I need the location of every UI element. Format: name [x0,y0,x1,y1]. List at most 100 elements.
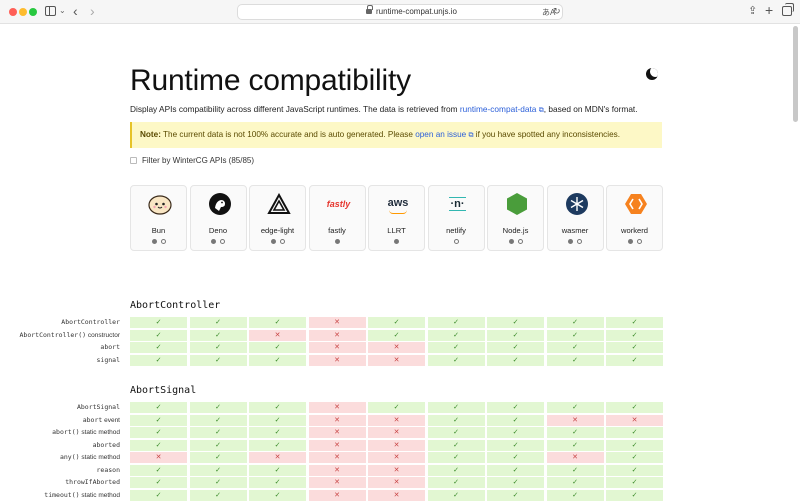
api-row-label[interactable]: aborted [93,441,120,449]
forward-arrow-icon[interactable]: › [90,3,95,19]
supported-check-icon: ✓ [606,329,663,341]
runtime-name: netlify [446,226,466,235]
runtime-card-fastly[interactable]: fastly fastly [308,185,366,251]
supported-check-icon: ✓ [189,402,247,413]
website-icon[interactable] [160,239,166,244]
aws-logo-icon: aws [386,192,410,216]
disclaimer-note: Note: The current data is not 100% accur… [130,122,662,148]
filter-checkbox[interactable] [130,157,137,164]
github-icon[interactable] [270,239,276,244]
close-window-icon[interactable] [9,8,17,16]
supported-check-icon: ✓ [606,354,663,366]
maximize-window-icon[interactable] [29,8,37,16]
unsupported-cross-icon: ✕ [368,452,425,463]
runtime-card-edge-light[interactable]: edge-light [249,185,306,251]
supported-check-icon: ✓ [130,317,187,328]
wintercg-filter[interactable]: Filter by WinterCG APIs (85/85) [130,156,254,165]
new-tab-icon[interactable]: + [765,2,773,18]
supported-check-icon: ✓ [427,452,485,463]
runtime-card-bun[interactable]: Bun [130,185,187,251]
runtime-card-deno[interactable]: Deno [189,185,247,251]
runtime-links [607,239,662,246]
supported-check-icon: ✓ [249,402,306,413]
url-text[interactable]: runtime-compat.unjs.io [376,7,457,16]
github-icon[interactable] [508,239,514,244]
runtime-card-nodejs[interactable]: Node.js [487,185,544,251]
note-suffix: if you have spotted any inconsistencies. [473,130,621,139]
dark-mode-moon-icon[interactable] [646,68,658,80]
browser-toolbar: ⌄ ‹ › runtime-compat.unjs.io あA ↻ ⇪ + [0,0,800,24]
github-icon[interactable] [211,239,216,244]
unsupported-cross-icon: ✕ [368,464,425,476]
github-icon[interactable] [627,239,633,244]
runtime-name: edge-light [260,226,295,235]
runtime-links [131,239,186,246]
bun-logo-icon [148,192,172,216]
api-row-label[interactable]: reason [97,466,120,474]
page-title: Runtime compatibility [130,64,411,97]
website-icon[interactable] [453,239,459,244]
supported-check-icon: ✓ [189,317,247,328]
sidebar-toggle-icon[interactable] [45,6,56,16]
api-name: AbortController [61,318,120,326]
unsupported-cross-icon: ✕ [368,439,425,451]
github-icon[interactable] [568,239,573,244]
page-scrollbar[interactable] [793,26,798,122]
api-row-label[interactable]: abort event [83,416,120,424]
runtime-card-llrt[interactable]: aws LLRT [368,185,425,251]
supported-check-icon: ✓ [427,439,485,451]
api-row-label[interactable]: signal [97,356,120,364]
supported-check-icon: ✓ [546,354,604,366]
supported-check-icon: ✓ [606,402,663,413]
runtime-card-netlify[interactable]: ·n· netlify [427,185,485,251]
supported-check-icon: ✓ [487,414,544,426]
supported-check-icon: ✓ [368,329,425,341]
note-label: Note: [140,130,161,139]
runtime-card-wasmer[interactable]: wasmer [546,185,604,251]
api-name: throwIfAborted [65,478,120,486]
github-icon[interactable] [394,239,399,244]
supported-check-icon: ✓ [546,342,604,353]
chevron-down-icon[interactable]: ⌄ [59,6,66,15]
unsupported-cross-icon: ✕ [249,329,306,341]
api-row-label[interactable]: abort() static method [52,428,120,436]
unsupported-cross-icon: ✕ [546,414,604,426]
supported-check-icon: ✓ [606,342,663,353]
api-row-label[interactable]: timeout() static method [44,491,120,499]
github-icon[interactable] [151,239,157,244]
tab-overview-icon[interactable] [782,3,794,16]
supported-check-icon: ✓ [189,427,247,438]
website-icon[interactable] [636,239,642,244]
open-issue-link[interactable]: open an issue [415,130,466,139]
github-icon[interactable] [334,239,340,244]
website-icon[interactable] [517,239,523,244]
api-kind: static method [79,491,120,499]
minimize-window-icon[interactable] [19,8,27,16]
api-row-label[interactable]: AbortController() constructor [20,331,121,339]
wasmer-logo-icon [565,192,589,216]
runtime-compat-data-link[interactable]: runtime-compat-data [460,104,537,114]
unsupported-cross-icon: ✕ [308,452,366,463]
api-row-label[interactable]: throwIfAborted [65,478,120,486]
api-name: abort [82,415,103,424]
unsupported-cross-icon: ✕ [308,402,366,413]
website-icon[interactable] [220,239,225,244]
api-row-label[interactable]: abort [100,343,120,351]
supported-check-icon: ✓ [249,477,306,488]
reload-icon[interactable]: ↻ [553,6,561,17]
share-icon[interactable]: ⇪ [748,4,757,17]
back-arrow-icon[interactable]: ‹ [73,3,78,19]
supported-check-icon: ✓ [606,452,663,463]
supported-check-icon: ✓ [546,402,604,413]
website-icon[interactable] [577,239,582,244]
website-icon[interactable] [279,239,285,244]
api-row-label[interactable]: any() static method [60,453,120,461]
runtime-card-workerd[interactable]: workerd [606,185,663,251]
supported-check-icon: ✓ [189,329,247,341]
supported-check-icon: ✓ [189,342,247,353]
supported-check-icon: ✓ [130,439,187,451]
api-row-label[interactable]: AbortController [61,318,120,326]
api-row-label[interactable]: AbortSignal [77,403,120,411]
supported-check-icon: ✓ [249,427,306,438]
address-bar[interactable]: runtime-compat.unjs.io あA ↻ [237,4,563,20]
